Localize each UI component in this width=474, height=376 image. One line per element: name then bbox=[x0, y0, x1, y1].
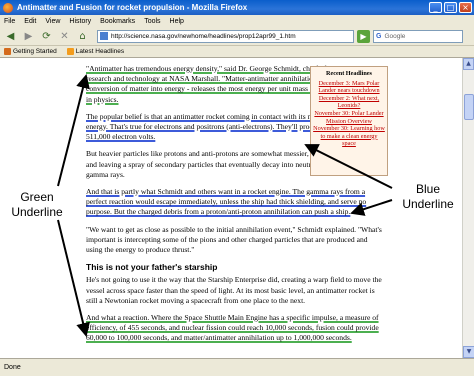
blue-underline-annotation: Blue Underline bbox=[402, 182, 454, 211]
url-text: http://science.nasa.gov/newhome/headline… bbox=[111, 32, 296, 40]
go-icon[interactable]: ▶ bbox=[357, 29, 370, 43]
menu-help[interactable]: Help bbox=[170, 18, 184, 25]
minimize-button[interactable]: _ bbox=[429, 2, 442, 13]
rss-icon bbox=[66, 48, 74, 55]
section-heading: This is not your father's starship bbox=[86, 262, 218, 273]
paragraph-6: He's not going to use it the way that th… bbox=[86, 275, 382, 305]
headline-link[interactable]: November 30: Polar Lander Mission Overvi… bbox=[313, 110, 385, 125]
stop-icon[interactable]: ✕ bbox=[57, 29, 72, 44]
search-input[interactable]: G Google bbox=[373, 29, 463, 43]
menu-view[interactable]: View bbox=[45, 18, 60, 25]
recent-headlines-title: Recent Headlines bbox=[326, 70, 372, 77]
navigation-toolbar: ◀ ▶ ⟳ ✕ ⌂ http://science.nasa.gov/newhom… bbox=[0, 27, 474, 46]
paragraph-4: And that is partly what Schmidt and othe… bbox=[86, 187, 367, 217]
bookmark-latest-headlines[interactable]: Latest Headlines bbox=[66, 48, 124, 55]
bookmarks-toolbar: Getting Started Latest Headlines bbox=[0, 46, 474, 58]
bookmark-icon bbox=[4, 48, 11, 55]
close-button[interactable]: × bbox=[459, 2, 472, 13]
window-title: Antimatter and Fusion for rocket propuls… bbox=[17, 3, 248, 12]
status-bar: Done bbox=[0, 358, 474, 376]
google-icon: G bbox=[376, 32, 382, 40]
search-placeholder: Google bbox=[384, 32, 406, 40]
headline-link[interactable]: December 2: What next, Leonids? bbox=[313, 95, 385, 110]
headline-link[interactable]: November 30: Learning how to make a clea… bbox=[313, 125, 385, 148]
bookmark-getting-started[interactable]: Getting Started bbox=[4, 48, 57, 55]
menu-tools[interactable]: Tools bbox=[144, 18, 160, 25]
scroll-up-icon[interactable]: ▲ bbox=[463, 58, 474, 70]
firefox-icon bbox=[3, 2, 13, 13]
menu-file[interactable]: File bbox=[4, 18, 15, 25]
site-favicon-icon bbox=[100, 32, 108, 40]
headline-link[interactable]: December 3: Mars Polar Lander nears touc… bbox=[313, 80, 385, 95]
menu-bookmarks[interactable]: Bookmarks bbox=[100, 18, 135, 25]
recent-headlines-box: Recent Headlines December 3: Mars Polar … bbox=[310, 66, 388, 176]
forward-icon[interactable]: ▶ bbox=[21, 29, 36, 44]
menu-edit[interactable]: Edit bbox=[24, 18, 36, 25]
paragraph-7: And what a reaction. Where the Space Shu… bbox=[86, 313, 379, 343]
menu-bar: File Edit View History Bookmarks Tools H… bbox=[0, 15, 474, 27]
scroll-down-icon[interactable]: ▼ bbox=[463, 346, 474, 358]
status-text: Done bbox=[4, 364, 21, 371]
paragraph-5: "We want to get as close as possible to … bbox=[86, 224, 382, 255]
back-icon[interactable]: ◀ bbox=[3, 29, 18, 44]
url-bar[interactable]: http://science.nasa.gov/newhome/headline… bbox=[97, 29, 354, 43]
reload-icon[interactable]: ⟳ bbox=[39, 29, 54, 44]
green-underline-annotation: Green Underline bbox=[11, 190, 63, 219]
home-icon[interactable]: ⌂ bbox=[75, 29, 90, 44]
title-bar: Antimatter and Fusion for rocket propuls… bbox=[0, 0, 474, 15]
menu-history[interactable]: History bbox=[69, 18, 91, 25]
scroll-thumb[interactable] bbox=[464, 94, 474, 120]
maximize-button[interactable]: □ bbox=[444, 2, 457, 13]
